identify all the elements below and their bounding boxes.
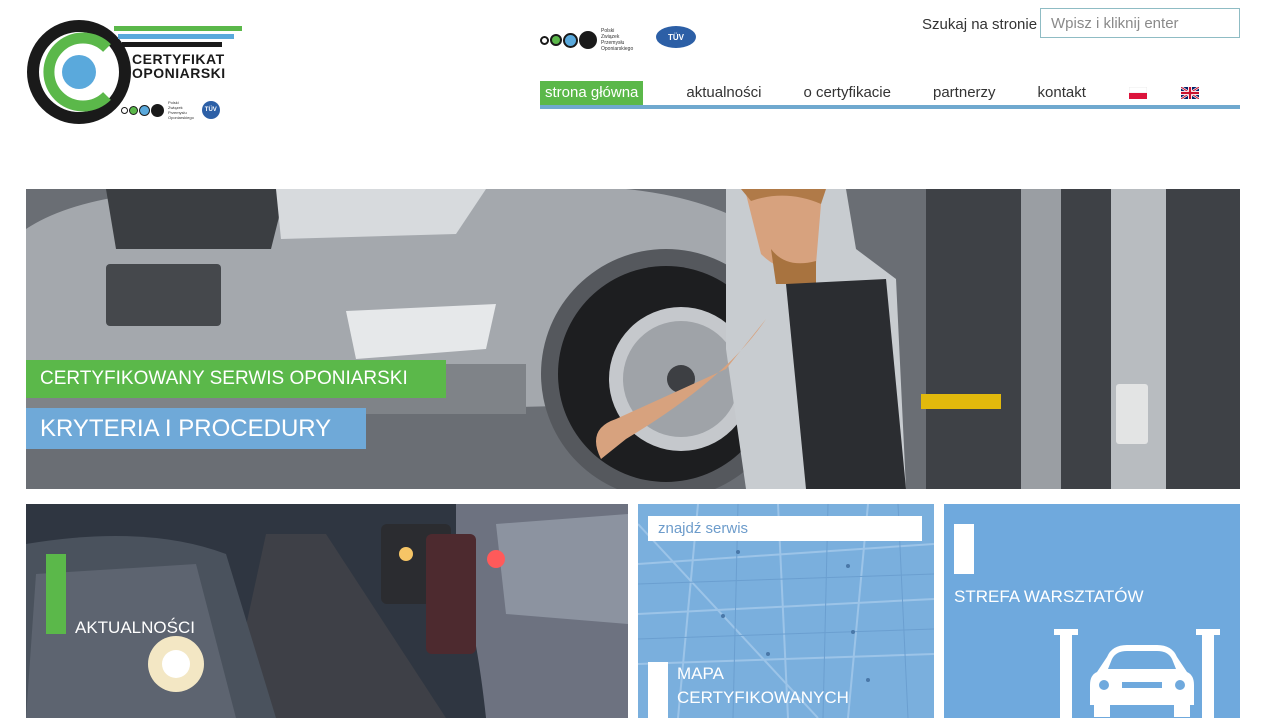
certified-service-button[interactable]: CERTYFIKOWANY SERWIS OPONIARSKI xyxy=(26,360,446,398)
news-tile-title: AKTUALNOŚCI xyxy=(75,618,195,637)
tyre-dot-icon xyxy=(563,32,578,48)
association-name: Polski Związek Przemysłu Oponiarskiego xyxy=(168,100,194,120)
main-nav: strona główna aktualności o certyfikacie… xyxy=(540,81,1240,109)
car-lift-icon xyxy=(1054,629,1220,718)
tyre-dot-icon xyxy=(550,34,562,46)
logo-title: CERTYFIKAT OPONIARSKI xyxy=(132,52,226,80)
map-tile-title: MAPA CERTYFIKOWANYCH xyxy=(677,662,849,710)
tyre-dot-icon xyxy=(129,105,138,115)
association-name: Polski Związek Przemysłu Oponiarskiego xyxy=(601,28,634,52)
certificate-ring-icon xyxy=(27,20,131,124)
tuv-logo-icon: TÜV xyxy=(201,101,220,119)
map-tile-title-line2: CERTYFIKOWANYCH xyxy=(677,688,849,707)
tyre-dot-icon xyxy=(151,103,164,117)
logo-stripe-green xyxy=(114,26,242,31)
nav-item-contact[interactable]: kontakt xyxy=(1033,81,1091,105)
map-accent-bar xyxy=(648,662,668,718)
nav-item-news[interactable]: aktualności xyxy=(681,81,766,105)
tyre-dot-icon xyxy=(540,35,549,45)
logo-association-badge: Polski Związek Przemysłu Oponiarskiego T… xyxy=(121,100,220,120)
criteria-procedures-button[interactable]: KRYTERIA I PROCEDURY xyxy=(26,408,366,449)
news-accent-bar xyxy=(46,554,66,634)
hero-banner: CERTYFIKOWANY SERWIS OPONIARSKI KRYTERIA… xyxy=(26,189,1240,489)
partner-tuv-logo-icon[interactable]: TÜV xyxy=(656,26,696,48)
logo-title-line2: OPONIARSKI xyxy=(132,65,226,81)
find-service-input[interactable] xyxy=(648,516,922,541)
tyre-dot-icon xyxy=(139,104,150,116)
workshop-tile-title: STREFA WARSZTATÓW xyxy=(954,587,1144,606)
traffic-cars-image xyxy=(26,504,628,718)
uk-flag-icon[interactable] xyxy=(1180,87,1199,99)
workshop-zone-tile[interactable]: STREFA WARSZTATÓW xyxy=(944,504,1240,718)
tyre-dot-icon xyxy=(121,106,128,114)
tyre-dot-icon xyxy=(579,31,597,49)
partner-association-logo[interactable]: Polski Związek Przemysłu Oponiarskiego xyxy=(540,28,633,52)
logo-title-line1: CERTYFIKAT xyxy=(132,51,225,67)
nav-item-partners[interactable]: partnerzy xyxy=(928,81,1001,105)
news-tile[interactable]: AKTUALNOŚCI xyxy=(26,504,628,718)
site-logo[interactable]: CERTYFIKAT OPONIARSKI Polski Związek Prz… xyxy=(27,20,247,128)
logo-stripe-black xyxy=(122,42,222,47)
logo-stripe-blue xyxy=(118,34,234,39)
service-map-tile[interactable]: MAPA CERTYFIKOWANYCH xyxy=(638,504,934,718)
map-tile-title-line1: MAPA xyxy=(677,664,724,683)
pl-flag-icon[interactable] xyxy=(1128,87,1147,99)
nav-item-about-certification[interactable]: o certyfikacie xyxy=(798,81,896,105)
nav-item-home[interactable]: strona główna xyxy=(540,81,644,105)
search-label: Szukaj na stronie xyxy=(922,16,1038,33)
workshop-accent-bar xyxy=(954,524,974,574)
search-input[interactable] xyxy=(1040,8,1240,38)
